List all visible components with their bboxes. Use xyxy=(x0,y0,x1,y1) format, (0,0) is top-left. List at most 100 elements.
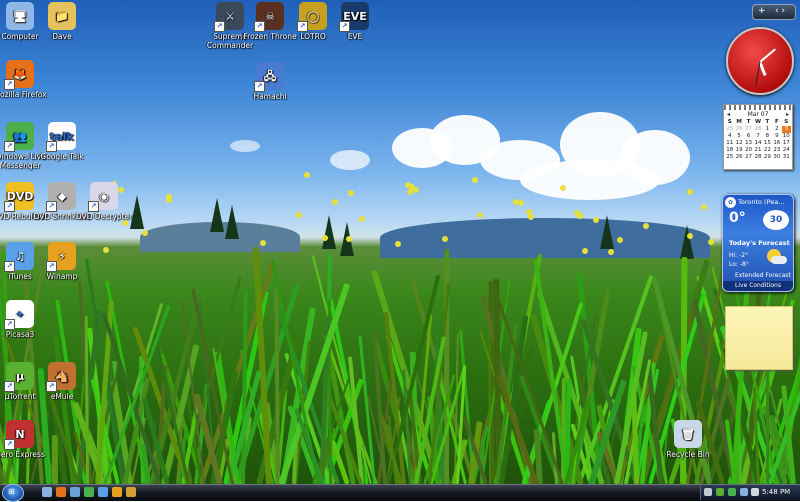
calendar-day[interactable]: 6 xyxy=(744,133,753,140)
calendar-day[interactable]: 16 xyxy=(772,140,781,147)
calendar-day[interactable]: 3 xyxy=(781,126,791,133)
clock-gadget[interactable] xyxy=(726,27,794,95)
desktop-shortcut-label: Picasa3 xyxy=(5,330,35,339)
utorrent-icon: µ ↗ xyxy=(4,362,34,392)
calendar-day[interactable]: 28 xyxy=(753,126,762,133)
yellow-flower xyxy=(642,222,649,229)
calendar-weekday: W xyxy=(754,119,762,125)
calendar-day[interactable]: 13 xyxy=(744,140,753,147)
add-gadget-button[interactable]: + xyxy=(758,5,766,18)
desktop-shortcut[interactable]: 🗑 Recycle Bin xyxy=(658,420,718,459)
desktop-shortcut[interactable]: EVE ↗ EVE xyxy=(325,2,385,41)
calendar-weekday: T xyxy=(765,119,770,125)
shortcut-arrow-icon: ↗ xyxy=(4,439,15,450)
calendar-day[interactable]: 27 xyxy=(744,126,753,133)
calendar-day[interactable]: 17 xyxy=(782,140,791,147)
calendar-gadget[interactable]: ◂ Mar 07 ▸ S M T W T F S 25 26 27 28 1 2 3 4 5 6 7 8 9 10 11 1… xyxy=(723,104,793,170)
cloud xyxy=(230,140,260,152)
yellow-flower xyxy=(166,197,173,204)
show-desktop-icon[interactable] xyxy=(42,487,52,497)
utorrent-tray-icon[interactable] xyxy=(716,488,724,496)
shortcut-arrow-icon: ↗ xyxy=(46,141,57,152)
extended-forecast-link[interactable]: Extended Forecast xyxy=(735,272,791,279)
sticky-notes-gadget[interactable] xyxy=(725,306,793,370)
calendar-day[interactable]: 11 xyxy=(725,140,734,147)
calendar-day[interactable]: 19 xyxy=(734,147,743,154)
explorer-quicklaunch-icon[interactable] xyxy=(70,487,80,497)
calendar-day[interactable]: 25 xyxy=(725,126,734,133)
calendar-day[interactable]: 22 xyxy=(763,147,772,154)
desktop-shortcut[interactable]: ✦ ↗ Picasa3 xyxy=(0,300,50,339)
shortcut-arrow-icon: ↗ xyxy=(254,81,265,92)
calendar-day[interactable]: 23 xyxy=(772,147,781,154)
shortcut-arrow-icon: ↗ xyxy=(4,141,15,152)
calendar-day[interactable]: 26 xyxy=(734,126,743,133)
forecast-title: Today's Forecast xyxy=(729,239,790,247)
desktop-shortcut[interactable]: 📁 Dave xyxy=(32,2,92,41)
calendar-day[interactable]: 14 xyxy=(753,140,762,147)
calendar-day[interactable]: 15 xyxy=(763,140,772,147)
desktop-background xyxy=(0,0,800,484)
lotro-icon: ◯ ↗ xyxy=(297,2,327,32)
network-icon[interactable] xyxy=(740,488,748,496)
calendar-day[interactable]: 5 xyxy=(734,133,743,140)
messenger-tray-icon[interactable] xyxy=(728,488,736,496)
desktop-shortcut[interactable]: ◉ ↗ DVD Decrypter xyxy=(74,182,134,221)
desktop-shortcut[interactable]: 🖧 ↗ Hamachi xyxy=(240,62,300,101)
yellow-flower xyxy=(296,211,303,218)
calendar-day[interactable]: 18 xyxy=(725,147,734,154)
frozen-throne-icon: ☠ ↗ xyxy=(254,2,284,32)
volume-icon[interactable] xyxy=(751,488,759,496)
calendar-day[interactable]: 25 xyxy=(725,154,734,161)
winamp-quicklaunch-icon[interactable] xyxy=(112,487,122,497)
live-conditions-link[interactable]: Live Conditions xyxy=(723,281,793,291)
shortcut-arrow-icon: ↗ xyxy=(4,79,15,90)
desktop-shortcut[interactable]: 🦊↗Mozilla Firefox xyxy=(0,60,50,99)
calendar-day[interactable]: 28 xyxy=(753,154,762,161)
yellow-flower xyxy=(687,188,694,195)
calendar-day[interactable]: 7 xyxy=(753,133,762,140)
calendar-day[interactable]: 21 xyxy=(753,147,762,154)
calendar-day[interactable]: 8 xyxy=(763,133,772,140)
start-button[interactable]: ⊞ xyxy=(2,484,24,502)
calendar-day[interactable]: 31 xyxy=(782,154,791,161)
firefox-quicklaunch-icon[interactable] xyxy=(56,487,66,497)
desktop-shortcut-label: EVE xyxy=(347,32,363,41)
weather-gadget[interactable]: ✿ Toronto (Pea... 0° 30 Today's Forecast… xyxy=(722,194,794,292)
next-month-arrow[interactable]: ▸ xyxy=(786,111,789,118)
utorrent-quicklaunch-icon[interactable] xyxy=(126,487,136,497)
desktop-shortcut[interactable]: ⚡ ↗ Winamp xyxy=(32,242,92,281)
desktop-shortcut[interactable]: N ↗ Nero Express xyxy=(0,420,50,459)
calendar-weekday: S xyxy=(727,119,732,125)
second-hand xyxy=(755,61,761,86)
calendar-day[interactable]: 2 xyxy=(772,126,781,133)
desktop-shortcut[interactable]: talk ↗ Google Talk xyxy=(32,122,92,161)
taskbar-clock[interactable]: 5:48 PM xyxy=(762,486,790,498)
calendar-day[interactable]: 4 xyxy=(725,133,734,140)
itunes-quicklaunch-icon[interactable] xyxy=(98,487,108,497)
calendar-day[interactable]: 9 xyxy=(772,133,781,140)
calendar-day[interactable]: 20 xyxy=(744,147,753,154)
tray-arrow-icon[interactable] xyxy=(704,488,712,496)
cloud xyxy=(330,150,370,170)
yellow-flower xyxy=(394,240,401,247)
calendar-day[interactable]: 30 xyxy=(772,154,781,161)
calendar-day[interactable]: 29 xyxy=(763,154,772,161)
messenger-quicklaunch-icon[interactable] xyxy=(84,487,94,497)
sidebar-controls[interactable]: + ‹ › xyxy=(752,4,796,20)
calendar-day[interactable]: 24 xyxy=(782,147,791,154)
prev-month-arrow[interactable]: ◂ xyxy=(727,111,730,118)
calendar-weekday: M xyxy=(736,119,742,125)
calendar-day[interactable]: 12 xyxy=(734,140,743,147)
desktop-shortcut-label: Google Talk xyxy=(40,152,84,161)
desktop-shortcut[interactable]: 🐴 ↗ eMule xyxy=(32,362,92,401)
calendar-day[interactable]: 1 xyxy=(763,126,772,133)
shortcut-arrow-icon: ↗ xyxy=(46,261,57,272)
calendar-day[interactable]: 27 xyxy=(744,154,753,161)
gadget-nav-arrows[interactable]: ‹ › xyxy=(775,5,785,18)
calendar-day[interactable]: 10 xyxy=(782,133,791,140)
calendar-day[interactable]: 26 xyxy=(734,154,743,161)
shortcut-arrow-icon: ↗ xyxy=(4,201,15,212)
google-talk-icon: talk ↗ xyxy=(46,122,76,152)
yellow-flower xyxy=(442,236,449,243)
